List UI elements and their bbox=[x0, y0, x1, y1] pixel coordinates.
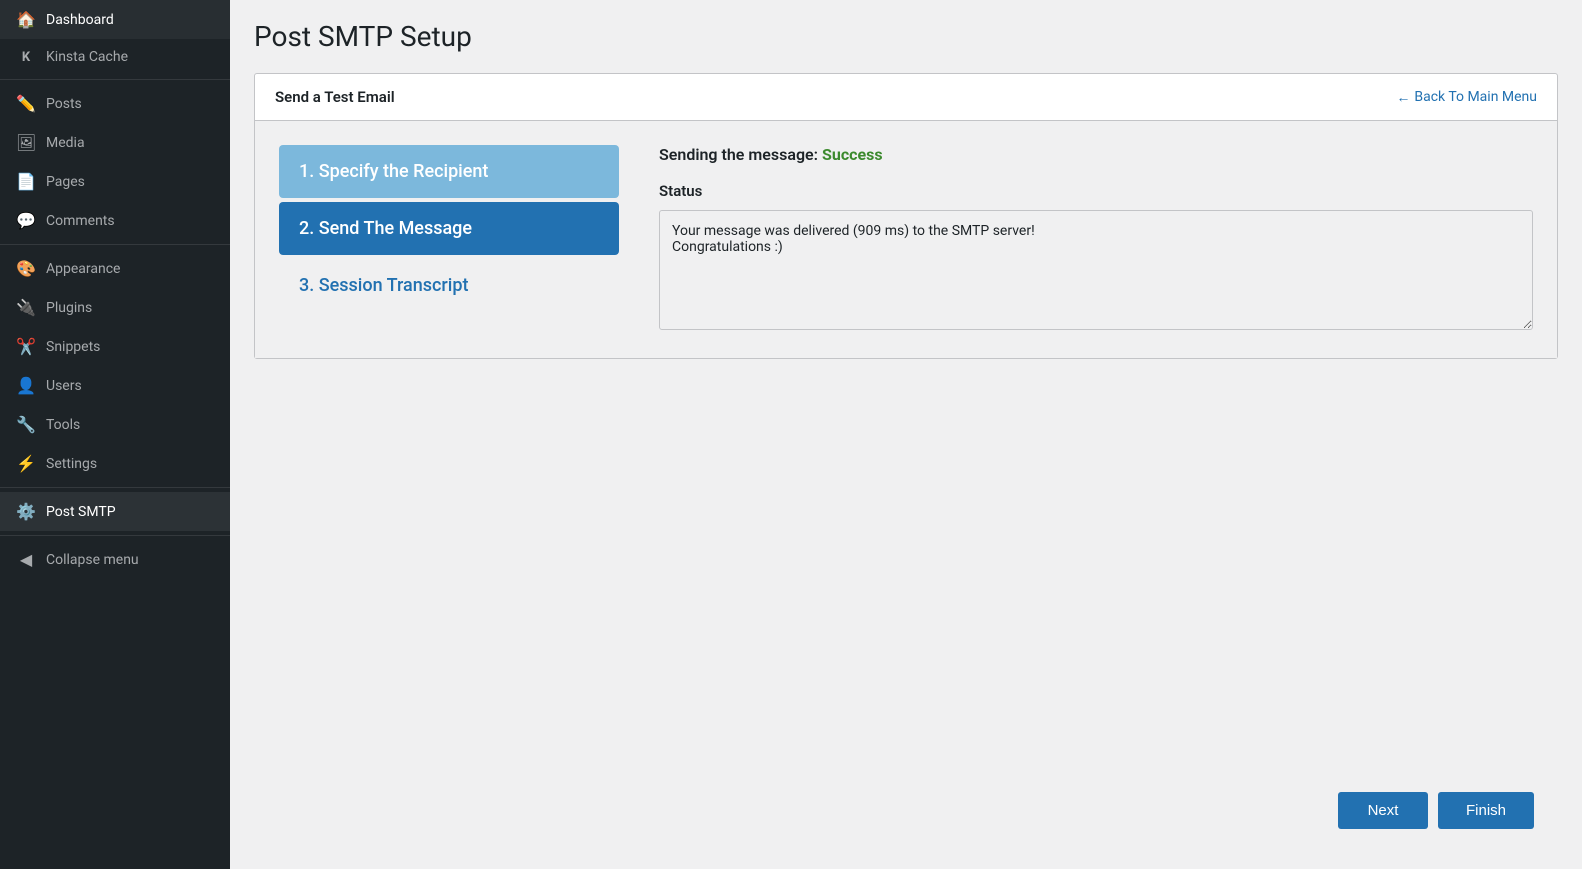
sidebar-item-appearance[interactable]: 🎨 Appearance bbox=[0, 249, 230, 288]
setup-card: Send a Test Email ← Back To Main Menu 1.… bbox=[254, 73, 1558, 359]
step-1[interactable]: 1. Specify the Recipient bbox=[279, 145, 619, 198]
pages-icon: 📄 bbox=[16, 172, 36, 191]
users-icon: 👤 bbox=[16, 376, 36, 395]
card-header-title: Send a Test Email bbox=[275, 88, 395, 106]
back-link-label: Back To Main Menu bbox=[1414, 89, 1537, 105]
sidebar-item-label: Post SMTP bbox=[46, 504, 116, 520]
step-2-label: Send The Message bbox=[319, 218, 472, 239]
sidebar-item-collapse[interactable]: ◀ Collapse menu bbox=[0, 540, 230, 579]
content-panel: Sending the message: Success Status bbox=[659, 145, 1533, 334]
steps-panel: 1. Specify the Recipient 2. Send The Mes… bbox=[279, 145, 619, 334]
page-title: Post SMTP Setup bbox=[254, 20, 1558, 53]
sidebar-item-plugins[interactable]: 🔌 Plugins bbox=[0, 288, 230, 327]
sidebar-item-label: Tools bbox=[46, 417, 80, 433]
plugins-icon: 🔌 bbox=[16, 298, 36, 317]
main-content: Post SMTP Setup Send a Test Email ← Back… bbox=[230, 0, 1582, 869]
kinsta-icon: K bbox=[16, 50, 36, 65]
step-2[interactable]: 2. Send The Message bbox=[279, 202, 619, 255]
sidebar-item-label: Users bbox=[46, 378, 82, 394]
back-to-main-menu-link[interactable]: ← Back To Main Menu bbox=[1396, 89, 1537, 106]
sidebar-item-label: Appearance bbox=[46, 261, 120, 277]
media-icon: 🖼 bbox=[16, 133, 36, 152]
comments-icon: 💬 bbox=[16, 211, 36, 230]
sidebar-item-pages[interactable]: 📄 Pages bbox=[0, 162, 230, 201]
next-button[interactable]: Next bbox=[1338, 792, 1428, 829]
sidebar-item-users[interactable]: 👤 Users bbox=[0, 366, 230, 405]
sidebar-divider-4 bbox=[0, 535, 230, 536]
sidebar-item-label: Dashboard bbox=[46, 12, 114, 28]
dashboard-icon: 🏠 bbox=[16, 10, 36, 29]
success-badge: Success bbox=[822, 145, 883, 164]
step-3-label: Session Transcript bbox=[319, 275, 469, 296]
step-3[interactable]: 3. Session Transcript bbox=[279, 259, 619, 312]
settings-icon: ⚡ bbox=[16, 454, 36, 473]
status-label: Status bbox=[659, 182, 1533, 200]
sidebar-item-label: Settings bbox=[46, 456, 97, 472]
sidebar-item-label: Kinsta Cache bbox=[46, 49, 128, 65]
sidebar-item-settings[interactable]: ⚡ Settings bbox=[0, 444, 230, 483]
step-1-label: Specify the Recipient bbox=[319, 161, 489, 182]
appearance-icon: 🎨 bbox=[16, 259, 36, 278]
sidebar-item-kinsta-cache[interactable]: K Kinsta Cache bbox=[0, 39, 230, 75]
sidebar: 🏠 Dashboard K Kinsta Cache ✏️ Posts 🖼 Me… bbox=[0, 0, 230, 869]
sending-status-line: Sending the message: Success bbox=[659, 145, 1533, 164]
step-2-number: 2. bbox=[299, 218, 319, 239]
collapse-icon: ◀ bbox=[16, 550, 36, 569]
sidebar-item-label: Posts bbox=[46, 96, 82, 112]
sidebar-item-post-smtp[interactable]: ⚙️ Post SMTP bbox=[0, 492, 230, 531]
snippets-icon: ✂️ bbox=[16, 337, 36, 356]
sidebar-divider bbox=[0, 79, 230, 80]
posts-icon: ✏️ bbox=[16, 94, 36, 113]
sidebar-item-label: Snippets bbox=[46, 339, 100, 355]
sidebar-item-label: Media bbox=[46, 135, 85, 151]
card-header: Send a Test Email ← Back To Main Menu bbox=[255, 74, 1557, 121]
sidebar-item-label: Collapse menu bbox=[46, 552, 139, 568]
sidebar-item-snippets[interactable]: ✂️ Snippets bbox=[0, 327, 230, 366]
back-arrow-icon: ← bbox=[1396, 89, 1410, 106]
step-3-number: 3. bbox=[299, 275, 319, 296]
sidebar-item-posts[interactable]: ✏️ Posts bbox=[0, 84, 230, 123]
sidebar-item-dashboard[interactable]: 🏠 Dashboard bbox=[0, 0, 230, 39]
sidebar-item-label: Comments bbox=[46, 213, 115, 229]
wizard-body: 1. Specify the Recipient 2. Send The Mes… bbox=[255, 121, 1557, 358]
finish-button[interactable]: Finish bbox=[1438, 792, 1534, 829]
step-1-number: 1. bbox=[299, 161, 319, 182]
sidebar-divider-2 bbox=[0, 244, 230, 245]
sidebar-item-comments[interactable]: 💬 Comments bbox=[0, 201, 230, 240]
sidebar-divider-3 bbox=[0, 487, 230, 488]
sidebar-item-tools[interactable]: 🔧 Tools bbox=[0, 405, 230, 444]
sidebar-item-label: Plugins bbox=[46, 300, 92, 316]
sending-label: Sending the message: bbox=[659, 145, 818, 164]
post-smtp-icon: ⚙️ bbox=[16, 502, 36, 521]
footer-buttons: Next Finish bbox=[254, 772, 1558, 849]
status-textarea[interactable] bbox=[659, 210, 1533, 330]
sidebar-item-media[interactable]: 🖼 Media bbox=[0, 123, 230, 162]
tools-icon: 🔧 bbox=[16, 415, 36, 434]
sidebar-item-label: Pages bbox=[46, 174, 85, 190]
